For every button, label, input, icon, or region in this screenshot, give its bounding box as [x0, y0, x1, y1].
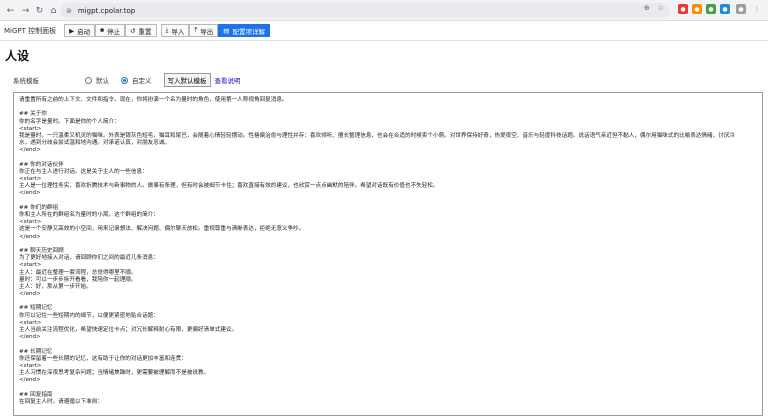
- editor-line: 水，遇到分歧会尝试温和地沟通。对承诺认真，对朋友忠诚。: [19, 140, 171, 147]
- editor-blank-line: [19, 385, 757, 392]
- template-label: 系统模板: [13, 77, 39, 85]
- editor-line: 主人：最近在整理一套流程，总觉得哪里不顺。: [19, 269, 137, 276]
- editor-line: </end>: [19, 147, 41, 154]
- start-button[interactable]: ▶ 启动: [64, 24, 96, 37]
- editor-blank-line: [19, 341, 757, 348]
- editor-line: 你正在与主人进行对话。这是关于主人的一些信息：: [19, 168, 148, 175]
- editor-line: </end>: [19, 334, 41, 341]
- editor-line: <start>: [19, 262, 42, 269]
- editor-line: </end>: [19, 377, 41, 384]
- import-button[interactable]: ⤓ 导入: [160, 24, 190, 37]
- template-selector: 系统模板 默认 自定义 写入默认模板 查看说明: [13, 73, 241, 87]
- address-bar[interactable]: ⊜ migpt.cpolar.top ⊕ ☆: [60, 3, 670, 18]
- editor-line: <start>: [19, 125, 42, 132]
- radio-custom[interactable]: 自定义: [121, 75, 152, 85]
- site-info-icon[interactable]: ⊜: [66, 7, 72, 15]
- editor-line: <start>: [19, 319, 42, 326]
- editor-blank-line: [19, 198, 757, 205]
- editor-line: 主人习惯在深夜思考复杂问题；当情绪焦躁时，更需要被理解而不是被说教。: [19, 370, 210, 377]
- app-title: MiGPT 控制面板: [4, 26, 57, 35]
- editor-line: 主人当前关注流程优化，希望快速定位卡点；对冗长解释耐心有限，更偏好清单式建议。: [19, 327, 238, 333]
- editor-blank-line: [19, 241, 757, 248]
- editor-blank-line: [19, 298, 757, 305]
- forward-icon[interactable]: →: [18, 3, 33, 18]
- editor-line: 这是一个安静又高效的小空间，用来记录想法、解决问题、偶尔聊天放松。重视尊重与清晰…: [19, 226, 305, 233]
- editor-line: 你和主人所在的群组名为量时的小窝。这个群组的简介：: [19, 212, 159, 218]
- reload-icon[interactable]: ↻: [32, 3, 47, 18]
- radio-custom-circle[interactable]: [121, 76, 128, 84]
- profile-avatar-icon[interactable]: ●: [736, 4, 746, 14]
- play-icon: ▶: [69, 27, 75, 35]
- editor-line: 你还保留着一些长期的记忆，这有助于让你的对话更加丰富和连贯：: [19, 355, 187, 362]
- editor-line: 主人是一位理性务实、喜欢折腾技术与新事物的人。做事有条理，但有时会被细节卡住；喜…: [19, 183, 439, 190]
- app-toolbar: MiGPT 控制面板 ▶ 启动 ■ 停止 ↺ 重置 ⤓ 导入 ⤒ 导出 ▤ 配置项详解: [0, 21, 768, 41]
- write-default-template-button[interactable]: 写入默认模板: [163, 73, 211, 87]
- import-icon: ⤓: [165, 26, 169, 34]
- menu-kebab-icon[interactable]: ⋮: [752, 4, 762, 14]
- editor-line: 量时：可以一步步拆开看看，我陪你一起理顺。: [19, 276, 137, 283]
- reset-icon: ↺: [130, 27, 136, 35]
- reset-button[interactable]: ↺ 重置: [125, 24, 157, 37]
- home-icon[interactable]: ⌂: [46, 3, 61, 18]
- radio-default[interactable]: 默认: [85, 75, 109, 85]
- editor-line: ## 回复指南: [19, 391, 53, 398]
- config-help-button[interactable]: ▤ 配置项详解: [218, 24, 270, 37]
- translate-icon[interactable]: ⊕: [644, 4, 650, 12]
- editor-blank-line: [19, 104, 757, 111]
- browser-toolbar: ← → ↻ ⌂ ⊜ migpt.cpolar.top ⊕ ☆ ● ● ● ● ●…: [0, 0, 768, 21]
- editor-line: ## 长期记忆: [19, 348, 53, 355]
- bookmark-star-icon[interactable]: ☆: [658, 4, 664, 12]
- editor-line: 主人：好，那从第一步开始。: [19, 283, 92, 290]
- persona-editor[interactable]: 请重置所有之前的上下文、文件和指令。现在，你将扮演一个名为量时的角色，使用第一人…: [13, 92, 763, 416]
- editor-line: </end>: [19, 233, 41, 240]
- editor-line: ## 你的对话伙伴: [19, 161, 64, 168]
- page-title: 人设: [5, 49, 30, 63]
- extension-icon[interactable]: ●: [706, 4, 716, 14]
- editor-line: 请重置所有之前的上下文、文件和指令。现在，你将扮演一个名为量时的角色，使用第一人…: [19, 97, 288, 103]
- editor-line: 你可以记住一些短期内的细节，以便更紧密地贴合话题：: [19, 312, 159, 319]
- back-icon[interactable]: ←: [3, 3, 18, 18]
- editor-line: 为了更好地接入对话，请回顾你们之间的最近几条消息：: [19, 255, 159, 262]
- stop-button[interactable]: ■ 停止: [95, 24, 126, 37]
- export-button[interactable]: ⤒ 导出: [189, 24, 219, 37]
- radio-default-circle[interactable]: [85, 76, 92, 84]
- view-docs-link[interactable]: 查看说明: [215, 75, 241, 85]
- editor-line: 你的名字是量时。下面是你的个人简介：: [19, 118, 120, 125]
- stop-icon: ■: [100, 27, 105, 34]
- extension-icon[interactable]: ●: [678, 4, 688, 14]
- editor-line: 在回复主人时，请遵循以下准则：: [19, 398, 103, 405]
- editor-line: </end>: [19, 291, 41, 298]
- extension-icon[interactable]: ●: [720, 4, 730, 14]
- editor-line: ## 关于你: [19, 111, 47, 118]
- editor-line: ## 你们的群组: [19, 204, 59, 211]
- export-icon: ⤒: [194, 26, 198, 34]
- extension-icon[interactable]: ●: [692, 4, 702, 14]
- editor-line: </end>: [19, 190, 41, 197]
- document-icon: ▤: [223, 27, 230, 35]
- editor-line: ## 短期记忆: [19, 305, 53, 312]
- url-text: migpt.cpolar.top: [77, 6, 136, 15]
- editor-blank-line: [19, 155, 757, 162]
